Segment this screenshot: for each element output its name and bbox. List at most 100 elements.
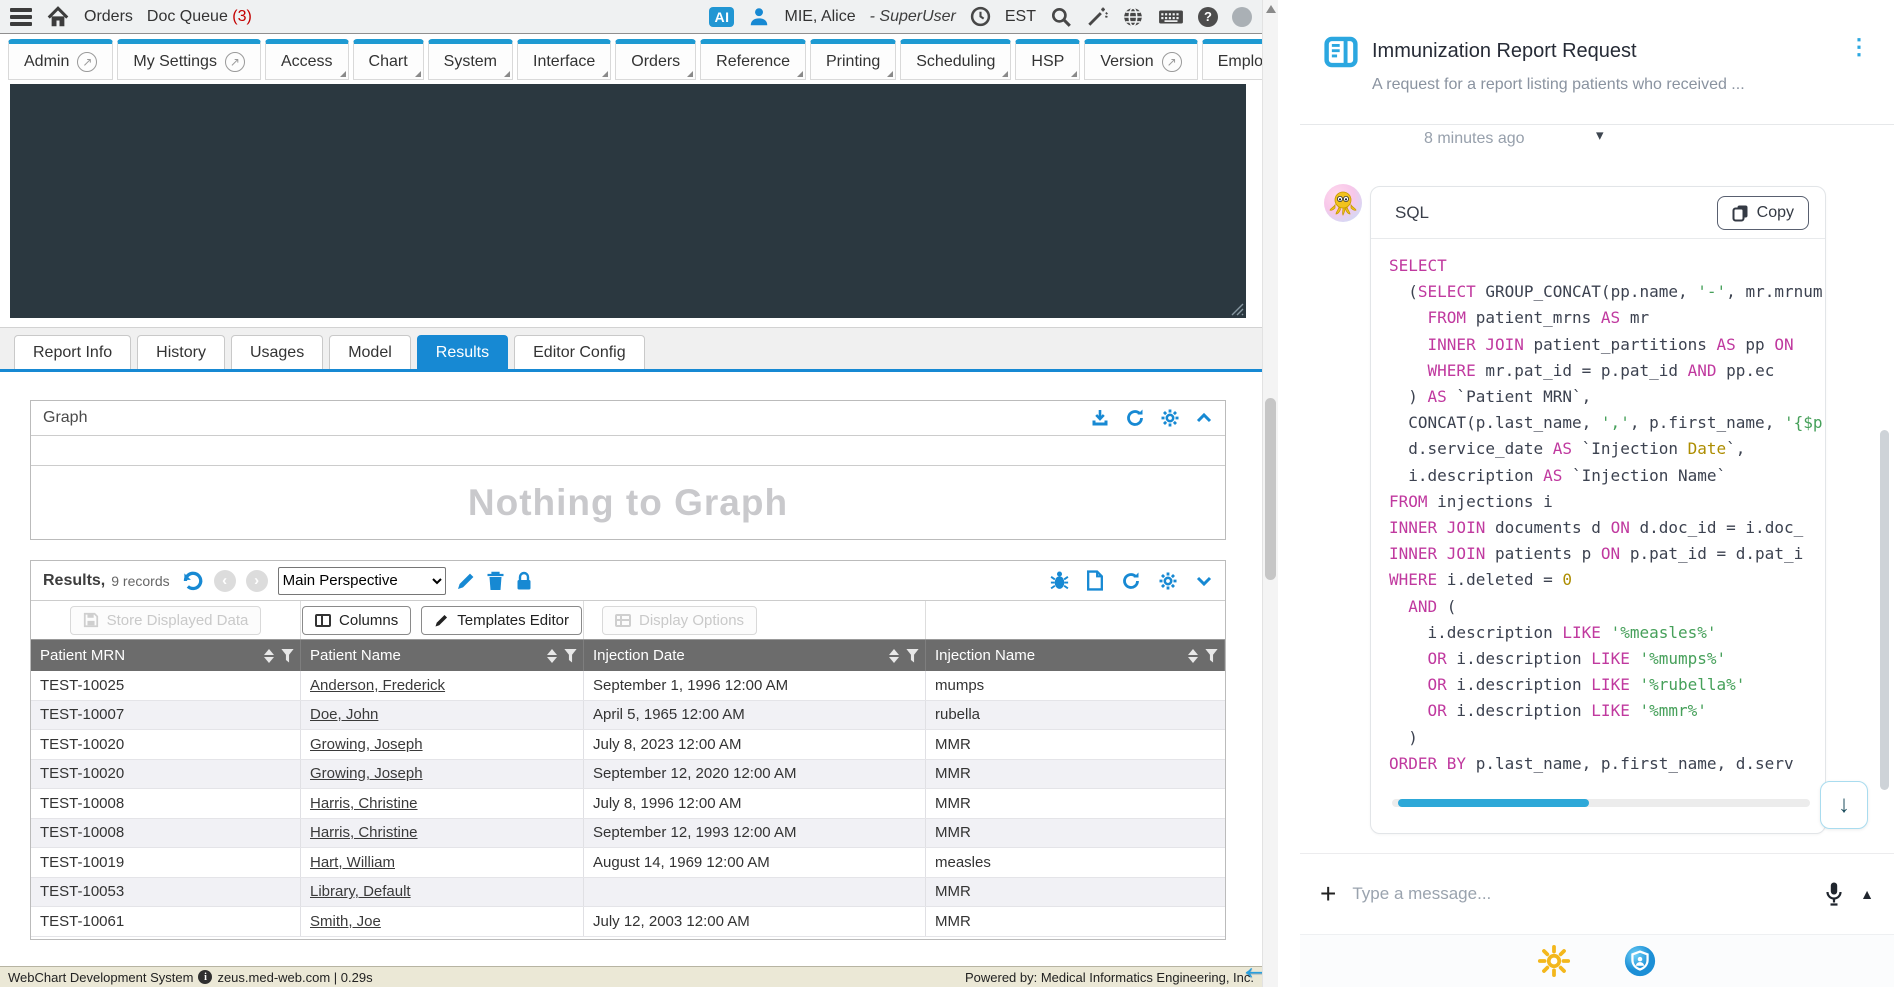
code-hscrollbar-thumb[interactable]: [1398, 799, 1589, 807]
tab-model[interactable]: Model: [329, 335, 411, 369]
refresh-icon[interactable]: [1121, 571, 1141, 591]
sun-bot-icon[interactable]: [1537, 944, 1571, 978]
patient-link[interactable]: Growing, Joseph: [310, 736, 423, 753]
copy-button[interactable]: Copy: [1717, 196, 1809, 230]
column-header-injection-date[interactable]: Injection Date: [584, 640, 926, 671]
column-header-patient-name[interactable]: Patient Name: [301, 640, 584, 671]
tab-usages[interactable]: Usages: [231, 335, 323, 369]
scroll-to-bottom-button[interactable]: ↓: [1820, 781, 1868, 829]
patient-link[interactable]: Smith, Joe: [310, 913, 381, 930]
chat-scrollbar-thumb[interactable]: [1880, 430, 1889, 790]
tab-report-info[interactable]: Report Info: [14, 335, 131, 369]
button-label: Display Options: [639, 612, 744, 629]
lock-icon[interactable]: [515, 571, 533, 591]
debug-icon[interactable]: [1050, 570, 1069, 591]
patient-link[interactable]: Doe, John: [310, 706, 378, 723]
nav-tab-hsp[interactable]: HSP: [1015, 39, 1080, 80]
nav-tab-version[interactable]: Version↗: [1084, 39, 1197, 80]
tab-results[interactable]: Results: [417, 335, 508, 369]
patient-link[interactable]: Anderson, Frederick: [310, 677, 445, 694]
sort-icon[interactable]: [1188, 649, 1198, 663]
editor-tab-strip: Report InfoHistoryUsagesModelResultsEdit…: [0, 327, 1262, 372]
code-editor-panel[interactable]: [10, 84, 1246, 318]
sort-icon[interactable]: [547, 649, 557, 663]
tab-history[interactable]: History: [137, 335, 225, 369]
attach-plus-icon[interactable]: +: [1320, 880, 1336, 908]
templates-editor-button[interactable]: Templates Editor: [421, 606, 582, 635]
filter-icon[interactable]: [564, 649, 577, 663]
edit-icon[interactable]: [456, 571, 476, 591]
sort-icon[interactable]: [264, 649, 274, 663]
nav-tab-label: Interface: [533, 53, 595, 71]
keyboard-icon[interactable]: [1158, 7, 1184, 27]
patient-link[interactable]: Hart, William: [310, 854, 395, 871]
home-icon[interactable]: [46, 6, 70, 28]
undo-icon[interactable]: [180, 569, 204, 593]
table-row: TEST-10020Growing, JosephSeptember 12, 2…: [31, 760, 1225, 790]
settings-icon[interactable]: [1158, 571, 1178, 591]
ai-badge[interactable]: AI: [709, 7, 734, 27]
nav-tab-orders[interactable]: Orders: [615, 39, 696, 80]
nav-tab-chart[interactable]: Chart: [353, 39, 424, 80]
next-icon[interactable]: ›: [246, 570, 268, 592]
user-name[interactable]: MIE, Alice: [784, 8, 855, 26]
expand-icon[interactable]: [1195, 572, 1213, 590]
filter-icon[interactable]: [1205, 649, 1218, 663]
column-header-patient-mrn[interactable]: Patient MRN: [31, 640, 301, 671]
refresh-icon[interactable]: [1125, 408, 1145, 428]
microphone-icon[interactable]: [1824, 881, 1844, 907]
resize-grip[interactable]: [1231, 303, 1244, 316]
timestamp-chevron-icon[interactable]: ▾: [1596, 126, 1604, 144]
globe-icon[interactable]: [1122, 6, 1144, 28]
patient-link[interactable]: Harris, Christine: [310, 795, 418, 812]
code-hscrollbar[interactable]: [1392, 799, 1810, 807]
tab-editor-config[interactable]: Editor Config: [514, 335, 645, 369]
perspective-select[interactable]: Main Perspective: [278, 567, 446, 595]
code-line: WHERE mr.pat_id = p.pat_id AND pp.ec: [1389, 358, 1825, 384]
shield-bot-icon[interactable]: [1623, 944, 1657, 978]
store-displayed-data-button[interactable]: Store Displayed Data: [70, 606, 262, 635]
delete-icon[interactable]: [486, 571, 505, 591]
column-header-injection-name[interactable]: Injection Name: [926, 640, 1225, 671]
nav-tab-scheduling[interactable]: Scheduling: [900, 39, 1011, 80]
collapse-input-icon[interactable]: ▲: [1860, 886, 1874, 902]
display-options-button[interactable]: Display Options: [602, 606, 757, 635]
nav-tab-employer-organizations[interactable]: Employer Organizations↗: [1202, 39, 1262, 80]
filter-icon[interactable]: [281, 649, 294, 663]
filter-icon[interactable]: [906, 649, 919, 663]
settings-icon[interactable]: [1160, 408, 1180, 428]
sort-icon[interactable]: [889, 649, 899, 663]
download-icon[interactable]: [1090, 408, 1110, 428]
nav-tab-access[interactable]: Access: [265, 39, 349, 80]
document-icon[interactable]: [1086, 570, 1104, 591]
patient-link[interactable]: Growing, Joseph: [310, 765, 423, 782]
clock-icon[interactable]: [970, 6, 991, 27]
nav-tab-reference[interactable]: Reference: [700, 39, 806, 80]
nav-tab-my-settings[interactable]: My Settings↗: [117, 39, 261, 80]
patient-link[interactable]: Library, Default: [310, 883, 411, 900]
kebab-menu-icon[interactable]: ⋮: [1848, 34, 1870, 60]
nav-tab-system[interactable]: System: [428, 39, 513, 80]
prev-icon[interactable]: ‹: [214, 570, 236, 592]
magic-wand-icon[interactable]: [1086, 6, 1108, 28]
search-icon[interactable]: [1050, 6, 1072, 28]
breadcrumb-doc-queue[interactable]: Doc Queue (3): [147, 8, 252, 26]
user-icon[interactable]: [748, 6, 770, 28]
scrollbar-thumb[interactable]: [1265, 398, 1276, 580]
chat-title: Immunization Report Request: [1372, 40, 1637, 63]
submenu-fold-icon: [1071, 71, 1077, 77]
cell: MMR: [926, 819, 1225, 848]
info-icon[interactable]: i: [198, 970, 212, 984]
collapse-icon[interactable]: [1195, 409, 1213, 427]
columns-button[interactable]: Columns: [302, 606, 411, 635]
scroll-up-arrow[interactable]: [1266, 5, 1276, 13]
nav-tab-interface[interactable]: Interface: [517, 39, 611, 80]
breadcrumb-orders[interactable]: Orders: [84, 8, 133, 26]
menu-icon[interactable]: [10, 8, 32, 26]
help-icon[interactable]: ?: [1198, 7, 1218, 27]
nav-tab-printing[interactable]: Printing: [810, 39, 896, 80]
nav-tab-admin[interactable]: Admin↗: [8, 39, 113, 80]
left-scrollbar[interactable]: [1262, 0, 1278, 987]
message-input[interactable]: [1352, 884, 1808, 904]
patient-link[interactable]: Harris, Christine: [310, 824, 418, 841]
